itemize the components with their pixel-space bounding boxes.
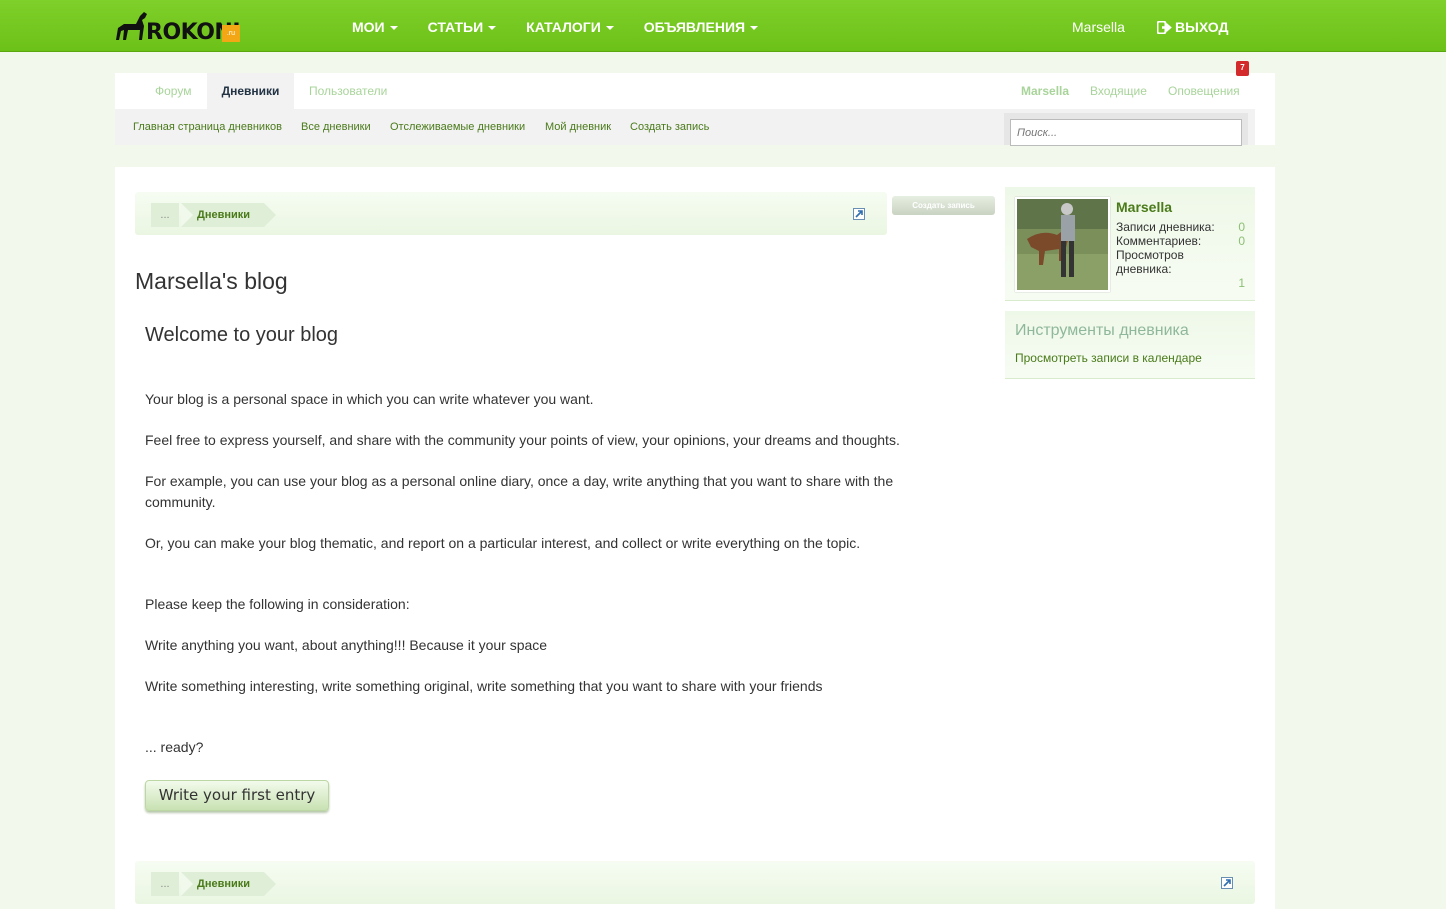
diary-tools-panel: Инструменты дневника Просмотреть записи … bbox=[1005, 311, 1255, 379]
breadcrumb-bar-bottom: ... Дневники bbox=[135, 861, 1255, 904]
intro-paragraph: For example, you can use your blog as a … bbox=[145, 473, 894, 510]
external-link-icon[interactable] bbox=[1221, 877, 1233, 889]
logout-icon bbox=[1156, 20, 1172, 35]
intro-paragraph: ... ready? bbox=[145, 739, 204, 755]
caret-down-icon bbox=[750, 26, 759, 31]
tab-forum[interactable]: Форум bbox=[155, 73, 191, 109]
intro-paragraph: Please keep the following in considerati… bbox=[145, 596, 410, 612]
main-menu: МОИ СТАТЬИ КАТАЛОГИ ОБЪЯВЛЕНИЯ bbox=[352, 0, 788, 52]
breadcrumb-root[interactable]: ... bbox=[151, 203, 179, 227]
intro-paragraph: Write something interesting, write somet… bbox=[145, 678, 823, 694]
stat-comments-value: 0 bbox=[1238, 234, 1245, 248]
breadcrumb-diaries[interactable]: Дневники bbox=[181, 203, 277, 227]
top-navigation-bar: ROKONI .ru МОИ СТАТЬИ КАТАЛОГИ ОБЪЯВЛЕНИ… bbox=[0, 0, 1446, 52]
intro-paragraph: Write anything you want, about anything!… bbox=[145, 637, 548, 653]
caret-down-icon bbox=[488, 26, 497, 31]
stat-entries-label: Записи дневника: bbox=[1116, 220, 1215, 234]
subnav-create-entry[interactable]: Создать запись bbox=[630, 109, 709, 145]
caret-down-icon bbox=[389, 26, 398, 31]
breadcrumb-diaries[interactable]: Дневники bbox=[181, 872, 277, 896]
external-link-icon[interactable] bbox=[853, 208, 865, 220]
notifications-link[interactable]: Оповещения bbox=[1168, 73, 1240, 109]
subnav-my-diary[interactable]: Мой дневник bbox=[545, 109, 611, 145]
avatar-photo-image bbox=[1017, 199, 1108, 290]
top-user-link[interactable]: Marsella bbox=[1072, 0, 1125, 54]
tools-heading: Инструменты дневника bbox=[1015, 322, 1189, 339]
breadcrumb-root[interactable]: ... bbox=[151, 872, 179, 896]
main-content: ... Дневники Создать запись Marsella's b… bbox=[115, 167, 1275, 909]
site-logo[interactable]: ROKONI .ru bbox=[114, 8, 244, 45]
nav-catalogs-menu[interactable]: КАТАЛОГИ bbox=[526, 0, 614, 52]
stat-views-label: Просмотров bbox=[1116, 248, 1184, 262]
nav-label: ОБЪЯВЛЕНИЯ bbox=[643, 19, 746, 35]
subnav-all-diaries[interactable]: Все дневники bbox=[301, 109, 371, 145]
breadcrumb-bar-top: ... Дневники bbox=[135, 192, 887, 235]
blog-title: Marsella's blog bbox=[135, 268, 288, 294]
nav-ads-menu[interactable]: ОБЪЯВЛЕНИЯ bbox=[643, 0, 759, 52]
logout-label: ВЫХОД bbox=[1175, 19, 1229, 35]
tab-users[interactable]: Пользователи bbox=[309, 73, 387, 109]
calendar-view-link[interactable]: Просмотреть записи в календаре bbox=[1015, 351, 1202, 365]
intro-paragraph: Feel free to express yourself, and share… bbox=[145, 432, 900, 448]
stat-views-label: дневника: bbox=[1116, 262, 1172, 276]
nav-articles-menu[interactable]: СТАТЬИ bbox=[428, 0, 497, 52]
caret-down-icon bbox=[605, 26, 614, 31]
intro-paragraph: Or, you can make your blog thematic, and… bbox=[145, 535, 861, 551]
search-input[interactable] bbox=[1010, 119, 1242, 146]
nav-label: КАТАЛОГИ bbox=[526, 19, 601, 35]
inbox-link[interactable]: Входящие bbox=[1090, 73, 1147, 109]
stat-entries-value: 0 bbox=[1238, 220, 1245, 234]
stat-comments-label: Комментариев: bbox=[1116, 234, 1202, 248]
stat-views-value: 1 bbox=[1238, 276, 1245, 290]
intro-paragraph: Your blog is a personal space in which y… bbox=[145, 391, 594, 407]
horse-logo-icon bbox=[116, 12, 147, 40]
create-entry-button[interactable]: Создать запись bbox=[892, 196, 995, 215]
tab-diaries[interactable]: Дневники bbox=[207, 73, 294, 109]
logout-button[interactable]: ВЫХОД bbox=[1156, 0, 1229, 54]
nav-label: СТАТЬИ bbox=[427, 19, 484, 35]
notifications-count-badge: 7 bbox=[1236, 61, 1249, 76]
subnav-diaries-home[interactable]: Главная страница дневников bbox=[133, 109, 282, 145]
welcome-heading: Welcome to your blog bbox=[145, 324, 339, 346]
nav-my-menu[interactable]: МОИ bbox=[352, 0, 398, 52]
subnav-tracked-diaries[interactable]: Отслеживаемые дневники bbox=[390, 109, 525, 145]
user-profile-link[interactable]: Marsella bbox=[1021, 73, 1069, 109]
profile-name[interactable]: Marsella bbox=[1116, 199, 1172, 215]
nav-label: МОИ bbox=[352, 19, 385, 35]
write-first-entry-button[interactable]: Write your first entry bbox=[145, 780, 329, 811]
profile-card: Marsella Записи дневника: 0 Комментариев… bbox=[1005, 187, 1255, 301]
avatar[interactable] bbox=[1015, 197, 1110, 292]
community-navigation: Форум Дневники Пользователи Marsella Вхо… bbox=[115, 61, 1275, 146]
logo-domain-badge: .ru bbox=[222, 25, 240, 42]
